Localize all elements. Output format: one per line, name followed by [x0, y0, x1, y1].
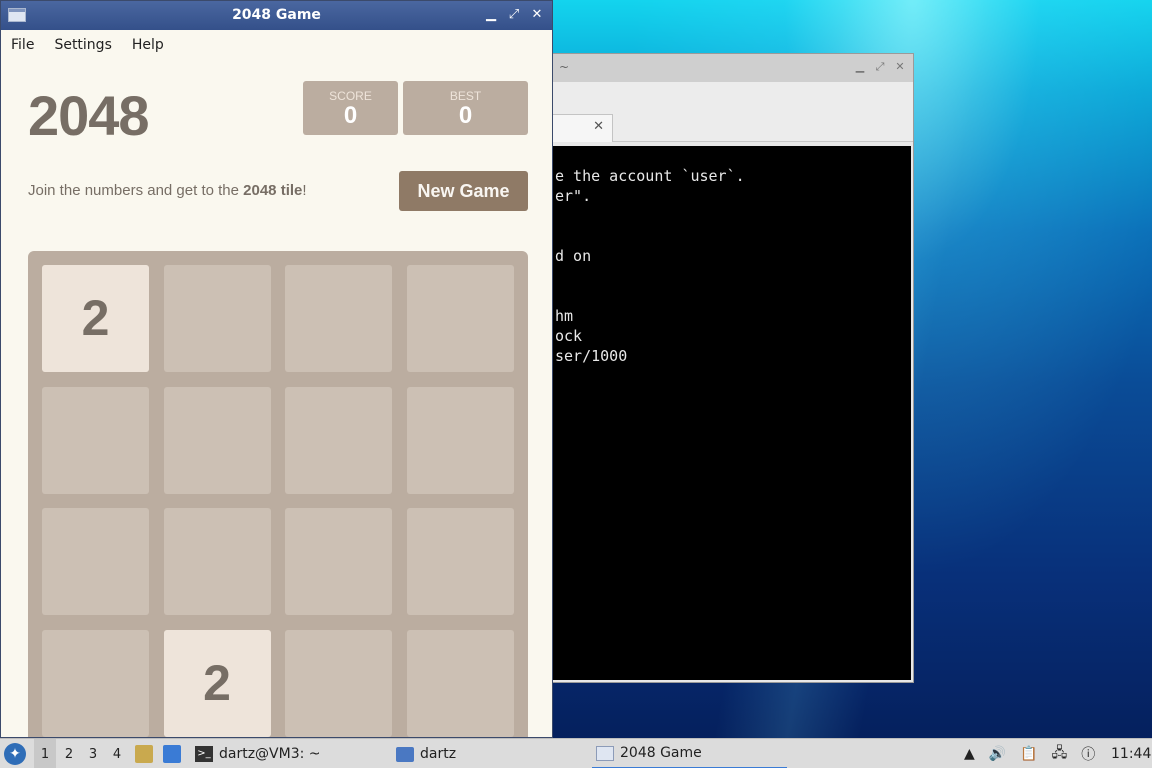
best-box: BEST 0	[403, 81, 528, 135]
folder-icon	[396, 746, 414, 762]
minimize-icon[interactable]: ▁	[484, 7, 498, 22]
intro-suffix: !	[302, 182, 307, 199]
terminal-titlebar[interactable]: ~ ▁ ⤢ ✕	[541, 54, 913, 82]
menubar: File Settings Help	[1, 30, 552, 60]
task-label: dartz	[420, 746, 457, 762]
terminal-line: ock	[555, 327, 583, 345]
start-menu-button[interactable]: ✦	[4, 739, 28, 768]
window-icon	[596, 745, 614, 761]
score-value: 0	[343, 102, 358, 129]
terminal-toolbar: ✕	[541, 82, 913, 142]
taskbar: ✦ 1 2 3 4 >_ dartz@VM3: ~ dartz 2048 Gam…	[0, 738, 1152, 768]
volume-icon[interactable]: 🔊	[989, 746, 1006, 762]
game-titlebar[interactable]: 2048 Game ▁ ⤢ ✕	[1, 1, 552, 30]
terminal-line: hm	[555, 307, 574, 325]
intro-text: Join the numbers and get to the 2048 til…	[28, 182, 307, 199]
minimize-icon[interactable]: ▁	[853, 60, 867, 74]
files-icon	[135, 745, 153, 763]
grid-cell	[285, 629, 392, 737]
menu-help[interactable]: Help	[132, 37, 164, 53]
maximize-icon[interactable]: ⤢	[507, 7, 521, 22]
best-value: 0	[458, 102, 473, 129]
grid-cell	[42, 508, 149, 615]
grid-cell	[406, 386, 514, 494]
workspace-1[interactable]: 1	[34, 739, 56, 768]
score-label: SCORE	[329, 89, 372, 103]
terminal-window[interactable]: ~ ▁ ⤢ ✕ ✕ e the account `user`. er". d on h…	[540, 53, 914, 683]
terminal-title: ~	[559, 60, 570, 74]
grid-cell	[42, 386, 149, 494]
score-box: SCORE 0	[303, 81, 398, 135]
terminal-line: er".	[555, 187, 592, 205]
file-manager-launcher[interactable]	[135, 739, 153, 768]
intro-bold: 2048 tile	[243, 182, 303, 199]
tray-arrow-icon[interactable]: ▲	[964, 746, 975, 762]
desktop-icon	[163, 745, 181, 763]
game-heading: 2048	[28, 84, 150, 147]
grid-cell	[285, 386, 392, 494]
terminal-line: e the account `user`.	[555, 167, 745, 185]
terminal-line: ser/1000	[555, 347, 628, 365]
tile: 2	[42, 265, 149, 372]
tab-close-icon[interactable]: ✕	[593, 119, 604, 134]
window-title: 2048 Game	[232, 7, 321, 23]
clock[interactable]: 11:44	[1111, 739, 1151, 768]
notification-icon[interactable]: ⓘ	[1081, 744, 1095, 764]
grid-cell	[285, 508, 392, 615]
network-icon[interactable]: 🖧	[1052, 742, 1068, 766]
system-tray: ▲ 🔊 📋 🖧 ⓘ	[964, 739, 1095, 768]
new-game-button[interactable]: New Game	[399, 171, 528, 211]
close-icon[interactable]: ✕	[893, 60, 907, 74]
tile: 2	[163, 629, 271, 737]
task-label: 2048 Game	[620, 745, 702, 761]
maximize-icon[interactable]: ⤢	[873, 60, 887, 74]
clipboard-icon[interactable]: 📋	[1020, 746, 1037, 762]
grid-cell	[406, 508, 514, 615]
lxqt-logo-icon: ✦	[4, 743, 26, 765]
grid-cell	[285, 265, 392, 372]
terminal-line: d on	[555, 247, 592, 265]
menu-settings[interactable]: Settings	[54, 37, 111, 53]
workspace-4[interactable]: 4	[106, 739, 128, 768]
grid-cell	[163, 265, 271, 372]
close-icon[interactable]: ✕	[530, 7, 544, 22]
grid-cell	[163, 386, 271, 494]
workspace-2[interactable]: 2	[58, 739, 80, 768]
task-2048-game[interactable]: 2048 Game	[592, 739, 787, 768]
task-label: dartz@VM3: ~	[219, 746, 321, 762]
grid-cell	[406, 629, 514, 737]
workspace-3[interactable]: 3	[82, 739, 104, 768]
game-board[interactable]: 22	[28, 251, 528, 737]
game-window[interactable]: 2048 Game ▁ ⤢ ✕ File Settings Help 2048 …	[0, 0, 553, 738]
intro-prefix: Join the numbers and get to the	[28, 182, 244, 199]
menu-file[interactable]: File	[11, 37, 34, 53]
grid-cell	[406, 265, 514, 372]
best-label: BEST	[449, 89, 482, 103]
terminal-output[interactable]: e the account `user`. er". d on hm ock ser/10…	[541, 146, 911, 680]
task-dartz[interactable]: dartz	[396, 739, 456, 768]
grid-cell	[163, 508, 271, 615]
task-terminal[interactable]: >_ dartz@VM3: ~	[195, 739, 321, 768]
desktop-launcher[interactable]	[163, 739, 181, 768]
grid-cell	[42, 629, 149, 737]
terminal-icon: >_	[195, 746, 213, 762]
